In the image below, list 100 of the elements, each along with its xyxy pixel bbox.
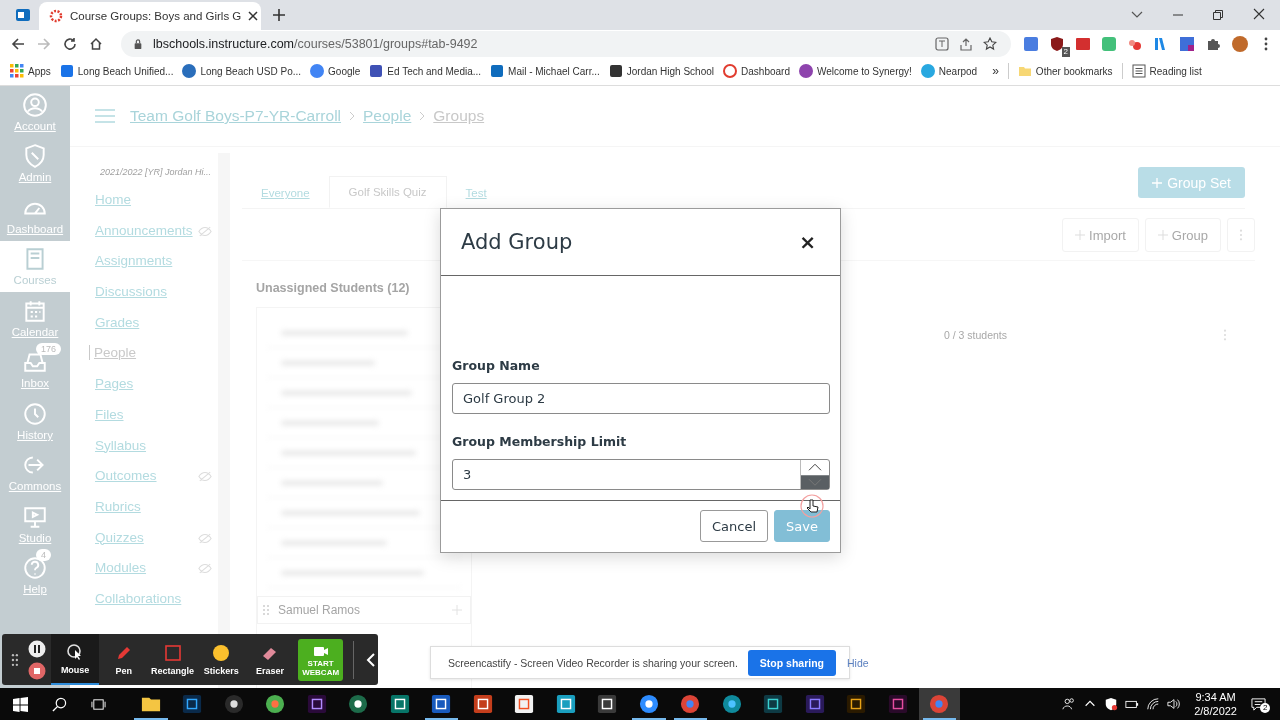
global-nav-item[interactable]: Commons [0, 446, 70, 498]
shield-icon[interactable] [1049, 35, 1065, 52]
browser-tab[interactable]: Course Groups: Boys and Girls G [39, 2, 261, 30]
close-button[interactable]: × [799, 230, 816, 254]
recorder-tool[interactable]: Eraser [245, 634, 295, 685]
import-button[interactable]: Import [1062, 218, 1139, 252]
breadcrumb-link[interactable]: Team Golf Boys-P7-YR-Carroll [130, 107, 342, 125]
course-nav-link[interactable]: Quizzes [94, 529, 144, 545]
global-nav-item[interactable]: Account [0, 86, 70, 138]
student-count: 0 / 3 students [943, 329, 1007, 341]
restore-icon[interactable] [1213, 10, 1223, 20]
tab[interactable]: Test [446, 178, 506, 208]
course-nav-link[interactable]: Grades [94, 314, 140, 330]
global-nav-item[interactable]: Calendar [0, 292, 70, 344]
course-nav-link[interactable]: Rubrics [94, 498, 141, 514]
task-view-icon[interactable] [91, 696, 106, 712]
tab[interactable]: Everyone [242, 178, 329, 208]
school-icon [608, 64, 623, 78]
bookmark[interactable]: Google [310, 64, 361, 78]
close-icon[interactable] [1253, 8, 1265, 20]
share-icon[interactable] [959, 36, 973, 51]
windows-icon[interactable] [13, 696, 28, 712]
mail-app-icon[interactable] [15, 7, 31, 23]
save-button[interactable]: Save [774, 510, 830, 542]
wifi-icon[interactable] [1146, 697, 1161, 711]
global-nav-item[interactable]: Studio [0, 498, 70, 550]
start-webcam-button[interactable]: START WEBCAM [298, 638, 344, 681]
reading-list[interactable]: Reading list [1131, 64, 1202, 78]
new-tab-icon[interactable] [273, 9, 285, 21]
extension-icon[interactable] [1179, 35, 1195, 52]
global-nav-item[interactable]: Dashboard [0, 189, 70, 241]
add-group-set-button[interactable]: Group Set [1138, 167, 1245, 198]
course-nav-link[interactable]: Announcements [94, 222, 193, 238]
extension-icon[interactable] [1023, 35, 1039, 52]
global-nav-item[interactable]: Admin [0, 137, 70, 189]
drag-handle-icon[interactable] [11, 652, 19, 667]
extension-icon[interactable] [1075, 35, 1091, 52]
bookmark[interactable]: Long Beach Unified... [59, 64, 174, 78]
course-nav-link[interactable]: Pages [94, 376, 134, 392]
people-icon[interactable] [1062, 697, 1077, 711]
bookmark-folder[interactable]: Other bookmarks [1017, 64, 1113, 78]
translate-icon[interactable] [935, 36, 949, 51]
recorder-tool[interactable]: Rectangle [148, 634, 197, 685]
bookmark[interactable]: Ed Tech and Media... [369, 64, 482, 78]
bookmark[interactable]: Mail - Michael Carr... [490, 64, 600, 78]
stop-sharing-button[interactable]: Stop sharing [747, 649, 837, 676]
section-heading: Unassigned Students (12) [256, 281, 411, 295]
bookmark[interactable]: Long Beach USD Po... [182, 64, 302, 78]
recorder-tool[interactable]: Pen [99, 634, 149, 685]
course-nav-link[interactable]: Home [94, 192, 131, 207]
count-badge: 2 [1260, 702, 1271, 713]
shield-icon[interactable] [1104, 697, 1119, 711]
recorder-tool[interactable]: Mouse [50, 634, 100, 685]
apps-grid-icon [10, 64, 24, 78]
star-icon[interactable] [983, 36, 997, 51]
global-nav-item[interactable]: 4 Help [0, 549, 70, 601]
waveform-icon [804, 694, 825, 714]
bookmark[interactable]: Nearpod [920, 64, 978, 78]
chevron-left-icon[interactable] [364, 652, 378, 667]
close-icon[interactable] [248, 11, 259, 21]
global-nav-item[interactable]: History [0, 395, 70, 447]
reload-icon[interactable] [63, 36, 77, 51]
notification-icon[interactable] [1251, 696, 1266, 712]
add-group-button[interactable]: Group [1144, 218, 1221, 252]
taskbar-button[interactable] [918, 688, 960, 720]
number-field[interactable]: 3 [452, 459, 830, 490]
course-nav-link[interactable]: Files [94, 406, 124, 422]
bookmark[interactable]: Apps [10, 64, 51, 78]
course-nav-link[interactable]: Discussions [94, 284, 168, 300]
search-icon[interactable] [52, 696, 67, 712]
global-nav-item[interactable]: 176 Inbox [0, 343, 70, 395]
clock[interactable]: 9:34 AM 2/8/2022 [1194, 690, 1237, 718]
back-icon[interactable] [11, 36, 25, 51]
home-icon[interactable] [89, 36, 103, 51]
course-nav-link[interactable]: Assignments [94, 253, 173, 269]
course-nav-link[interactable]: Collaborations [94, 590, 182, 606]
overflow-chevron[interactable]: » [992, 64, 999, 78]
drag-handle-icon [260, 604, 272, 616]
student-row[interactable]: Samuel Ramos [257, 596, 471, 624]
global-nav-item[interactable]: Courses [0, 240, 70, 292]
browser-icon [680, 694, 701, 714]
chevron-right-icon [349, 111, 356, 121]
hide-link[interactable]: Hide [847, 656, 869, 669]
avatar-icon[interactable] [1231, 34, 1249, 53]
course-nav-link[interactable]: Syllabus [94, 437, 147, 453]
rectangle-icon [163, 643, 182, 662]
breadcrumb-link[interactable]: People [363, 107, 412, 125]
course-nav-link[interactable]: Modules [94, 560, 147, 576]
course-nav-link[interactable]: Outcomes [94, 468, 157, 484]
bookmark[interactable]: Dashboard [723, 64, 790, 78]
bookmark[interactable]: Jordan High School [608, 64, 715, 78]
pause-icon[interactable] [27, 639, 46, 658]
recorder-tool[interactable]: Stickers [196, 634, 246, 685]
text-field[interactable]: Golf Group 2 [452, 383, 830, 414]
cancel-button[interactable]: Cancel [700, 510, 769, 542]
dialog-title: Add Group [461, 230, 573, 254]
address-bar[interactable]: lbschools.instructure.com/courses/53801/groups#tab-9492 [121, 30, 1011, 57]
volume-icon[interactable] [1167, 697, 1182, 711]
bookmark[interactable]: Welcome to Synergy! [798, 64, 912, 78]
stop-icon[interactable] [27, 661, 46, 680]
